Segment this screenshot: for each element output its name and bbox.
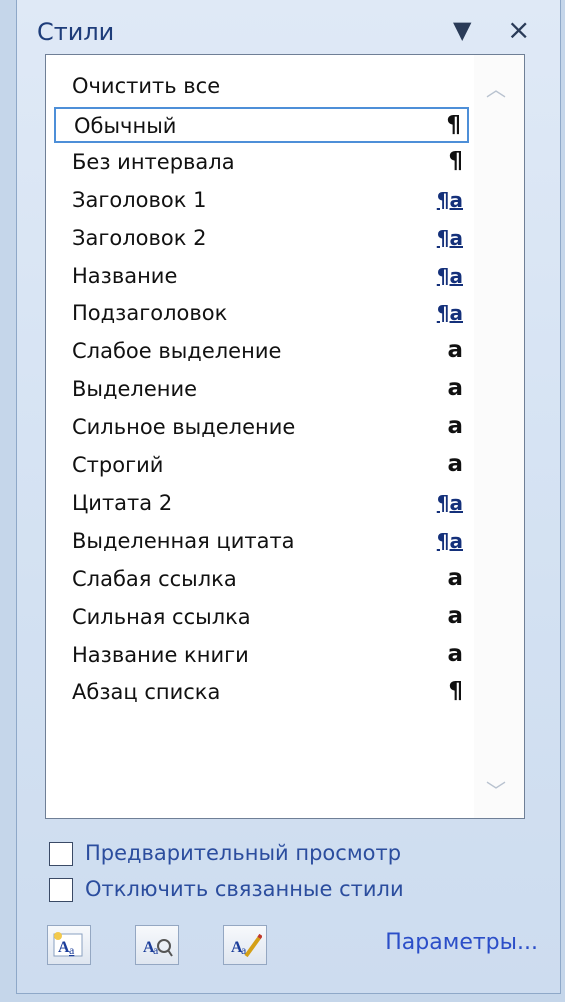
character-style-icon: a bbox=[447, 413, 463, 440]
options-link[interactable]: Параметры... bbox=[385, 930, 538, 955]
style-item[interactable]: Выделение a bbox=[54, 372, 469, 408]
manage-styles-button[interactable]: A a bbox=[223, 925, 267, 965]
character-style-icon: a bbox=[447, 375, 463, 402]
character-style-icon: a bbox=[447, 602, 463, 629]
linked-style-icon: ¶a bbox=[436, 301, 463, 326]
style-item-label: Очистить все bbox=[72, 74, 221, 98]
style-item[interactable]: Сильная ссылка a bbox=[54, 600, 469, 636]
style-item[interactable]: Название книги a bbox=[54, 638, 469, 674]
style-item-label: Сильное выделение bbox=[72, 415, 296, 440]
style-item-label: Цитата 2 bbox=[72, 490, 173, 515]
style-item[interactable]: Слабое выделение a bbox=[54, 334, 469, 370]
style-item[interactable]: Цитата 2 ¶a bbox=[54, 486, 469, 522]
style-item[interactable]: Без интервала ¶ bbox=[54, 145, 469, 181]
linked-style-icon: ¶a bbox=[436, 528, 463, 553]
paragraph-style-icon: ¶ bbox=[446, 111, 461, 138]
style-item-label: Название книги bbox=[72, 642, 249, 667]
style-item-label: Выделение bbox=[72, 377, 198, 402]
new-style-button[interactable]: A a bbox=[47, 925, 91, 965]
svg-text:a: a bbox=[69, 943, 75, 957]
character-style-icon: a bbox=[447, 337, 463, 364]
linked-style-icon: ¶a bbox=[436, 263, 463, 288]
style-item-label: Заголовок 1 bbox=[72, 187, 207, 212]
style-inspector-icon: A a bbox=[143, 939, 173, 957]
style-item[interactable]: Абзац списка ¶ bbox=[54, 675, 469, 711]
style-item[interactable]: Очистить все bbox=[54, 69, 469, 105]
style-item-label: Без интервала bbox=[72, 149, 235, 174]
style-item-label: Обычный bbox=[74, 113, 177, 138]
style-item-label: Абзац списка bbox=[72, 680, 221, 705]
manage-styles-icon: A a bbox=[231, 933, 262, 958]
linked-style-icon: ¶a bbox=[436, 490, 463, 515]
style-item[interactable]: Подзаголовок ¶a bbox=[54, 296, 469, 332]
scroll-down-icon[interactable]: ﹀ bbox=[486, 775, 506, 804]
style-item[interactable]: Заголовок 1 ¶a bbox=[54, 183, 469, 219]
new-style-icon: A a bbox=[53, 932, 83, 957]
disable-linked-label[interactable]: Отключить связанные стили bbox=[85, 877, 404, 901]
style-item-label: Строгий bbox=[72, 453, 164, 477]
styles-pane: Стили ▼ × ︿ ﹀ Очистить все Обычный ¶ Без ин… bbox=[16, 0, 561, 994]
style-item[interactable]: Название ¶a bbox=[54, 259, 469, 295]
scrollbar[interactable]: ︿ ﹀ bbox=[474, 55, 524, 818]
character-style-icon: a bbox=[447, 640, 463, 667]
style-item[interactable]: Заголовок 2 ¶a bbox=[54, 221, 469, 257]
character-style-icon: a bbox=[447, 564, 463, 591]
linked-style-icon: ¶a bbox=[436, 187, 463, 212]
style-item[interactable]: Слабая ссылка a bbox=[54, 562, 469, 598]
disable-linked-checkbox[interactable] bbox=[49, 878, 73, 902]
style-item-label: Выделенная цитата bbox=[72, 528, 295, 553]
style-item-label: Название bbox=[72, 263, 178, 288]
preview-checkbox[interactable] bbox=[49, 842, 73, 866]
character-style-icon: a bbox=[447, 451, 463, 477]
styles-list[interactable]: ︿ ﹀ Очистить все Обычный ¶ Без интервала ¶ За… bbox=[45, 54, 525, 819]
style-item-label: Заголовок 2 bbox=[72, 225, 207, 250]
scroll-up-icon[interactable]: ︿ bbox=[486, 73, 506, 102]
linked-style-icon: ¶a bbox=[436, 225, 463, 250]
pane-titlebar: Стили ▼ × bbox=[17, 13, 560, 56]
close-icon[interactable]: × bbox=[507, 13, 530, 46]
style-item-label: Слабое выделение bbox=[72, 339, 282, 364]
pane-title: Стили bbox=[37, 18, 115, 46]
style-item-label: Сильная ссылка bbox=[72, 604, 251, 629]
style-item[interactable]: Выделенная цитата ¶a bbox=[54, 524, 469, 560]
style-inspector-button[interactable]: A a bbox=[135, 925, 179, 965]
style-item[interactable]: Строгий a bbox=[54, 448, 469, 484]
style-item[interactable]: Обычный ¶ bbox=[54, 106, 469, 143]
style-item-label: Подзаголовок bbox=[72, 301, 228, 326]
dropdown-arrow-icon[interactable]: ▼ bbox=[453, 16, 471, 44]
style-item[interactable]: Сильное выделение a bbox=[54, 410, 469, 446]
paragraph-style-icon: ¶ bbox=[448, 147, 463, 174]
style-item-label: Слабая ссылка bbox=[72, 566, 237, 591]
preview-label[interactable]: Предварительный просмотр bbox=[85, 841, 401, 865]
paragraph-style-icon: ¶ bbox=[448, 678, 463, 705]
